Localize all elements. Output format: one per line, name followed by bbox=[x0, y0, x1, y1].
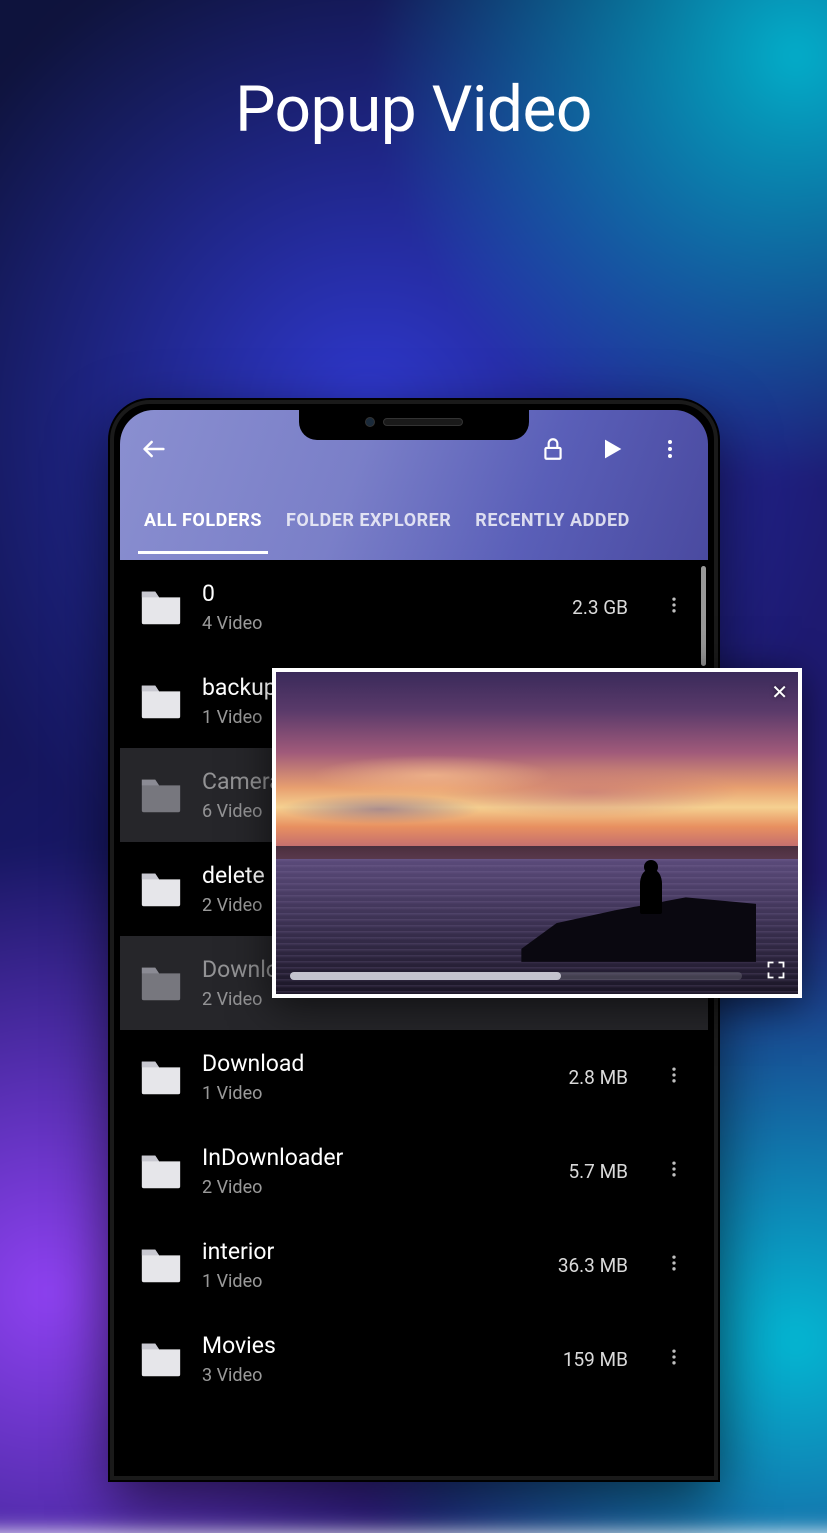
popup-video-window[interactable]: ✕ bbox=[272, 668, 802, 998]
more-icon[interactable] bbox=[658, 1341, 690, 1377]
folder-icon bbox=[138, 681, 184, 721]
list-item[interactable]: interior 1 Video 36.3 MB bbox=[120, 1218, 708, 1312]
folder-icon bbox=[138, 587, 184, 627]
lock-icon[interactable] bbox=[534, 430, 572, 472]
video-sky bbox=[276, 730, 798, 843]
row-text: interior 1 Video bbox=[202, 1238, 540, 1292]
more-icon[interactable] bbox=[658, 589, 690, 625]
folder-name: 0 bbox=[202, 580, 554, 607]
folder-icon bbox=[138, 1339, 184, 1379]
folder-sub: 3 Video bbox=[202, 1365, 545, 1386]
progress-fill bbox=[290, 972, 561, 980]
folder-sub: 4 Video bbox=[202, 613, 554, 634]
folder-size: 36.3 MB bbox=[558, 1254, 628, 1277]
scroll-indicator[interactable] bbox=[701, 566, 706, 666]
folder-size: 2.8 MB bbox=[568, 1066, 628, 1089]
row-text: 0 4 Video bbox=[202, 580, 554, 634]
list-item[interactable]: Movies 3 Video 159 MB bbox=[120, 1312, 708, 1406]
list-item[interactable]: InDownloader 2 Video 5.7 MB bbox=[120, 1124, 708, 1218]
folder-icon bbox=[138, 1151, 184, 1191]
folder-icon bbox=[138, 1245, 184, 1285]
close-icon[interactable]: ✕ bbox=[771, 680, 788, 704]
tab-recently-added[interactable]: RECENTLY ADDED bbox=[463, 492, 642, 552]
list-item[interactable]: 0 4 Video 2.3 GB bbox=[120, 560, 708, 654]
folder-size: 2.3 GB bbox=[572, 596, 628, 619]
folder-size: 159 MB bbox=[563, 1348, 628, 1371]
more-icon[interactable] bbox=[652, 431, 688, 471]
folder-sub: 1 Video bbox=[202, 1271, 540, 1292]
folder-name: InDownloader bbox=[202, 1144, 550, 1171]
folder-icon bbox=[138, 1057, 184, 1097]
more-icon[interactable] bbox=[658, 1059, 690, 1095]
more-icon[interactable] bbox=[658, 1247, 690, 1283]
tab-folder-explorer[interactable]: FOLDER EXPLORER bbox=[274, 492, 463, 552]
row-text: Movies 3 Video bbox=[202, 1332, 545, 1386]
folder-sub: 2 Video bbox=[202, 1177, 550, 1198]
folder-icon bbox=[138, 869, 184, 909]
folder-icon bbox=[138, 775, 184, 815]
fullscreen-icon[interactable] bbox=[766, 960, 786, 984]
video-silhouette bbox=[640, 870, 662, 914]
row-text: Download 1 Video bbox=[202, 1050, 550, 1104]
progress-track[interactable] bbox=[290, 972, 742, 980]
tabs: ALL FOLDERS FOLDER EXPLORER RECENTLY ADD… bbox=[120, 492, 708, 552]
folder-name: Download bbox=[202, 1050, 550, 1077]
folder-size: 5.7 MB bbox=[568, 1160, 628, 1183]
back-icon[interactable] bbox=[140, 435, 168, 467]
folder-icon bbox=[138, 963, 184, 1003]
camera-dot bbox=[365, 417, 375, 427]
speaker-grill bbox=[383, 418, 463, 426]
folder-sub: 1 Video bbox=[202, 1083, 550, 1104]
more-icon[interactable] bbox=[658, 1153, 690, 1189]
folder-name: interior bbox=[202, 1238, 540, 1265]
list-item[interactable]: Download 1 Video 2.8 MB bbox=[120, 1030, 708, 1124]
phone-notch bbox=[299, 404, 529, 440]
tab-all-folders[interactable]: ALL FOLDERS bbox=[132, 492, 274, 552]
folder-name: Movies bbox=[202, 1332, 545, 1359]
marketing-title: Popup Video bbox=[0, 72, 827, 147]
row-text: InDownloader 2 Video bbox=[202, 1144, 550, 1198]
play-icon[interactable] bbox=[592, 429, 632, 473]
popup-video-content: ✕ bbox=[276, 672, 798, 994]
